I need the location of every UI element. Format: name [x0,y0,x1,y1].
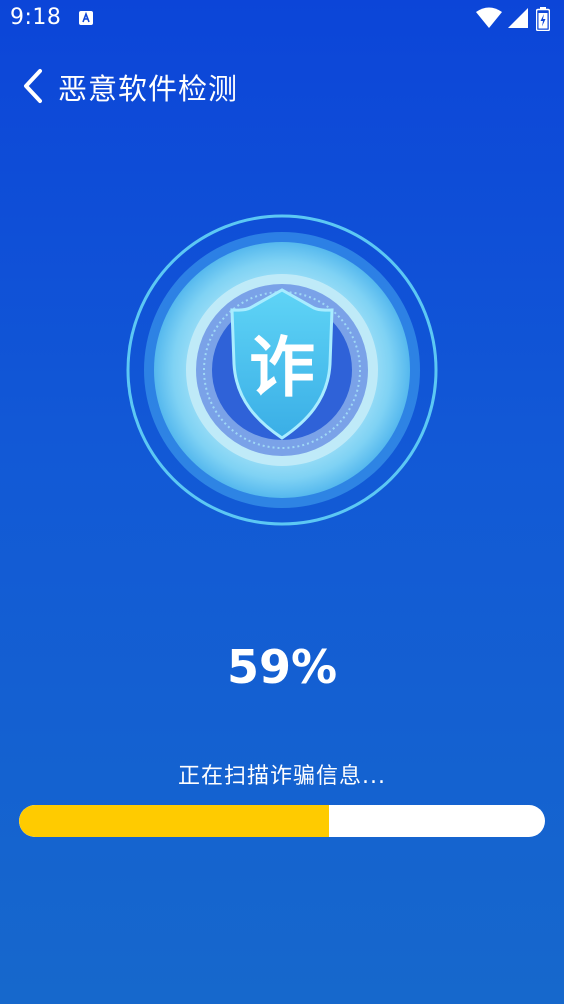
status-icons [476,7,556,31]
progress-percent: 59% [226,640,338,694]
chevron-left-icon [24,69,42,103]
battery-icon [536,7,550,31]
header: 恶意软件检测 [0,58,564,114]
progress-bar [19,805,545,837]
shield-character: 诈 [249,329,315,406]
signal-icon [508,8,528,28]
wifi-icon [476,7,502,28]
progress-bar-fill [19,805,330,837]
back-button[interactable] [14,62,54,110]
scan-status-text: 正在扫描诈骗信息... [178,764,386,789]
status-time: 9:18 [10,5,62,30]
status-bar: 9:18 [0,0,564,40]
scan-graphic: 诈 [126,214,438,526]
page-title: 恶意软件检测 [58,72,239,106]
notification-a-icon [79,11,93,25]
